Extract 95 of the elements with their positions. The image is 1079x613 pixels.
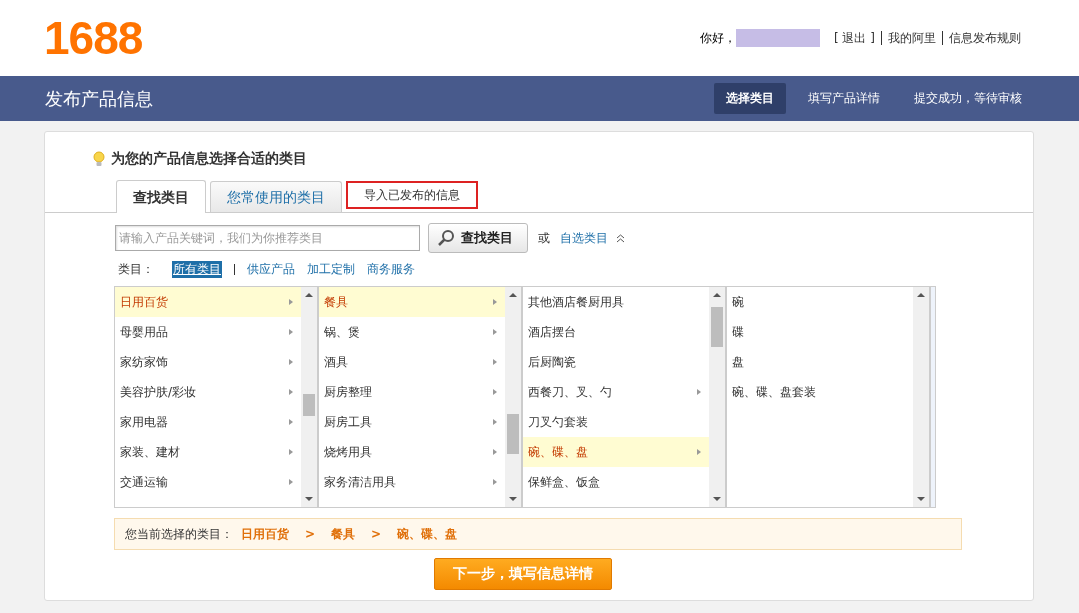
header-link[interactable]: 我的阿里 [881, 31, 942, 45]
scrollbar[interactable] [301, 287, 317, 507]
breadcrumb-item: 碗、碟、盘 [397, 525, 458, 543]
selection-label: 您当前选择的类目： [125, 525, 233, 543]
category-label: 母婴用品 [120, 323, 168, 341]
filter-option[interactable]: 加工定制 [307, 261, 355, 278]
category-item[interactable]: 刀叉勺套装 [523, 407, 709, 437]
category-label: 后厨陶瓷 [528, 353, 576, 371]
category-item[interactable]: 保鲜盒、饭盒 [523, 467, 709, 497]
category-item[interactable]: 美容护肤/彩妆 [115, 377, 301, 407]
scroll-down-icon[interactable] [509, 497, 517, 501]
category-item[interactable]: 盘 [727, 347, 913, 377]
category-label: 酒店摆台 [528, 323, 576, 341]
category-item[interactable]: 家纺家饰 [115, 347, 301, 377]
step-tab[interactable]: 填写产品详情 [796, 83, 892, 114]
category-item[interactable]: 碟 [727, 317, 913, 347]
scroll-up-icon[interactable] [509, 293, 517, 297]
category-item[interactable]: 家用电器 [115, 407, 301, 437]
category-label: 厨房工具 [324, 413, 372, 431]
category-label: 家用电器 [120, 413, 168, 431]
category-label: 刀叉勺套装 [528, 413, 588, 431]
category-item[interactable]: 交通运输 [115, 467, 301, 497]
breadcrumb-separator: > [304, 527, 317, 541]
category-label: 碟 [732, 323, 744, 341]
scroll-thumb[interactable] [711, 307, 723, 347]
category-item[interactable]: 后厨陶瓷 [523, 347, 709, 377]
header-link[interactable]: [ 退出 ] [828, 31, 881, 45]
scroll-thumb[interactable] [507, 414, 519, 454]
custom-category-link[interactable]: 自选类目 [560, 229, 608, 247]
breadcrumb-separator: > [370, 527, 383, 541]
category-label: 碗、碟、盘 [528, 443, 588, 461]
scrollbar[interactable] [709, 287, 725, 507]
category-item[interactable]: 餐具 [319, 287, 505, 317]
category-item[interactable]: 锅、煲 [319, 317, 505, 347]
category-label: 锅、煲 [324, 323, 360, 341]
category-tab[interactable]: 查找类目 [116, 180, 206, 213]
search-icon [437, 229, 455, 247]
or-text: 或 [538, 229, 550, 247]
category-label: 保鲜盒、饭盒 [528, 473, 600, 491]
breadcrumb-item: 日用百货 [241, 525, 289, 543]
header-link[interactable]: 信息发布规则 [942, 31, 1027, 45]
category-item[interactable]: 厨房整理 [319, 377, 505, 407]
scroll-down-icon[interactable] [713, 497, 721, 501]
category-label: 其他酒店餐厨用具 [528, 293, 624, 311]
category-item[interactable]: 家装、建材 [115, 437, 301, 467]
category-item[interactable]: 酒店摆台 [523, 317, 709, 347]
category-tab[interactable]: 您常使用的类目 [210, 181, 342, 212]
category-label: 家纺家饰 [120, 353, 168, 371]
scroll-up-icon[interactable] [713, 293, 721, 297]
filter-option[interactable]: 供应产品 [247, 261, 295, 278]
category-label: 家务清洁用具 [324, 473, 396, 491]
category-label: 盘 [732, 353, 744, 371]
search-button[interactable]: 查找类目 [428, 223, 528, 253]
category-label: 碗、碟、盘套装 [732, 383, 816, 401]
category-item[interactable]: 酒具 [319, 347, 505, 377]
category-label: 烧烤用具 [324, 443, 372, 461]
section-heading: 为您的产品信息选择合适的类目 [111, 150, 307, 168]
category-label: 日用百货 [120, 293, 168, 311]
category-item[interactable]: 碗 [727, 287, 913, 317]
scrollbar[interactable] [505, 287, 521, 507]
category-label: 美容护肤/彩妆 [120, 383, 197, 401]
scroll-up-icon[interactable] [917, 293, 925, 297]
filter-label: 类目： [118, 261, 154, 278]
category-label: 交通运输 [120, 473, 168, 491]
category-item[interactable]: 碗、碟、盘 [523, 437, 709, 467]
step-tab[interactable]: 选择类目 [714, 83, 786, 114]
scroll-down-icon[interactable] [305, 497, 313, 501]
scroll-down-icon[interactable] [917, 497, 925, 501]
category-item[interactable]: 日用百货 [115, 287, 301, 317]
category-label: 厨房整理 [324, 383, 372, 401]
category-label: 餐具 [324, 293, 348, 311]
category-label: 酒具 [324, 353, 348, 371]
category-tab[interactable]: 导入已发布的信息 [346, 181, 478, 209]
scrollbar[interactable] [913, 287, 929, 507]
search-field[interactable]: 请输入产品关键词，我们为你推荐类目 [115, 225, 420, 251]
category-item[interactable]: 厨房工具 [319, 407, 505, 437]
step-tab[interactable]: 提交成功，等待审核 [902, 83, 1034, 114]
category-label: 碗 [732, 293, 744, 311]
category-label: 家装、建材 [120, 443, 180, 461]
scroll-up-icon[interactable] [305, 293, 313, 297]
category-item[interactable]: 碗、碟、盘套装 [727, 377, 913, 407]
greeting-text: 你好， [700, 29, 736, 47]
category-item[interactable]: 其他酒店餐厨用具 [523, 287, 709, 317]
scroll-thumb[interactable] [303, 394, 315, 416]
category-item[interactable]: 家务清洁用具 [319, 467, 505, 497]
category-item[interactable]: 母婴用品 [115, 317, 301, 347]
double-caret-icon [616, 233, 625, 243]
category-label: 西餐刀、叉、勺 [528, 383, 612, 401]
category-item[interactable]: 烧烤用具 [319, 437, 505, 467]
filter-option[interactable]: 所有类目 [172, 261, 222, 278]
page-title: 发布产品信息 [45, 86, 153, 111]
category-item[interactable]: 西餐刀、叉、勺 [523, 377, 709, 407]
breadcrumb-item: 餐具 [331, 525, 356, 543]
filter-option[interactable]: 商务服务 [367, 261, 415, 278]
lightbulb-icon [93, 151, 105, 167]
